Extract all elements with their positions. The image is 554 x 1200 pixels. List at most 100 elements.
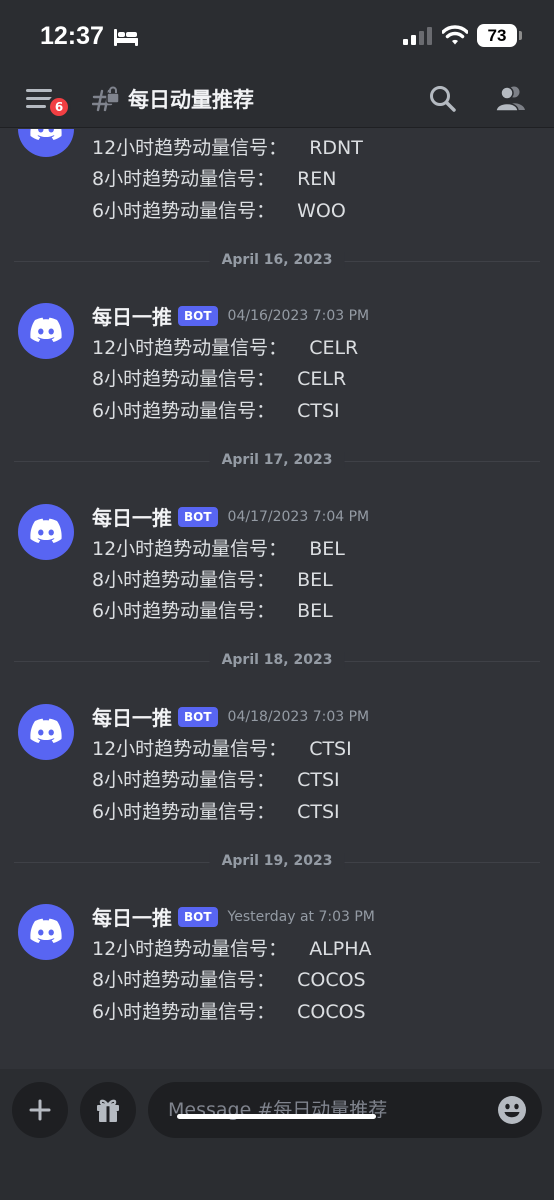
gift-icon <box>97 1099 119 1122</box>
discord-logo-icon <box>30 129 62 140</box>
author-name[interactable]: 每日一推 <box>92 702 172 731</box>
signal-label: 12小时趋势动量信号： <box>92 137 288 159</box>
message-header: 每日一推 BOT 04/18/2023 7:03 PM <box>92 702 369 730</box>
signal-label: 8小时趋势动量信号： <box>92 368 276 390</box>
status-time: 12:37 <box>40 22 104 50</box>
signal-value: COCOS <box>297 969 366 991</box>
signal-value: CELR <box>297 368 347 390</box>
avatar[interactable] <box>18 303 74 359</box>
message-line: 12小时趋势动量信号： BEL <box>92 534 345 561</box>
message-header: 每日一推 BOT 04/17/2023 7:04 PM <box>92 502 369 530</box>
attach-button[interactable] <box>12 1082 68 1138</box>
signal-label: 12小时趋势动量信号： <box>92 738 288 760</box>
avatar[interactable] <box>18 704 74 760</box>
message-line: 8小时趋势动量信号： BEL <box>92 565 333 592</box>
avatar[interactable] <box>18 504 74 560</box>
timestamp: Yesterday at 7:03 PM <box>227 908 375 925</box>
signal-value: REN <box>297 168 337 190</box>
signal-value: BEL <box>297 600 333 622</box>
mention-badge: 6 <box>47 95 71 119</box>
message-header: 每日一推 BOT 04/16/2023 7:03 PM <box>92 301 369 329</box>
signal-label: 6小时趋势动量信号： <box>92 1001 276 1023</box>
battery-nub <box>519 31 522 40</box>
home-indicator <box>177 1114 376 1119</box>
timestamp: 04/16/2023 7:03 PM <box>227 307 370 324</box>
emoji-icon[interactable] <box>497 1095 527 1125</box>
battery-icon: 73 <box>477 24 517 47</box>
signal-value: CTSI <box>297 400 340 422</box>
author-name[interactable]: 每日一推 <box>92 301 172 330</box>
avatar[interactable] <box>18 129 74 157</box>
message-line: 8小时趋势动量信号： CTSI <box>92 765 340 792</box>
signal-value: CTSI <box>297 801 340 823</box>
signal-value: BEL <box>309 538 345 560</box>
date-label: April 17, 2023 <box>209 452 345 468</box>
plus-icon <box>29 1099 51 1121</box>
bot-tag: BOT <box>178 506 218 527</box>
message-input[interactable] <box>148 1082 542 1138</box>
date-label: April 18, 2023 <box>209 652 345 668</box>
message-line: 8小时趋势动量信号： COCOS <box>92 965 366 992</box>
message-line: 6小时趋势动量信号： CTSI <box>92 396 340 423</box>
discord-logo-icon <box>30 317 62 342</box>
message-line: 6小时趋势动量信号： BEL <box>92 596 333 623</box>
signal-label: 6小时趋势动量信号： <box>92 200 276 222</box>
gift-button[interactable] <box>80 1082 136 1138</box>
message-line: 6小时趋势动量信号： WOO <box>92 196 346 223</box>
signal-value: WOO <box>297 200 346 222</box>
message-line: 6小时趋势动量信号： CTSI <box>92 797 340 824</box>
signal-label: 6小时趋势动量信号： <box>92 400 276 422</box>
bot-tag: BOT <box>178 706 218 727</box>
timestamp: 04/17/2023 7:04 PM <box>227 508 370 525</box>
channel-header: 6 每日动量推荐 <box>0 72 554 128</box>
status-bar: 12:37 73 <box>0 0 554 72</box>
message-line: 6小时趋势动量信号： COCOS <box>92 997 366 1024</box>
signal-label: 6小时趋势动量信号： <box>92 600 276 622</box>
bot-tag: BOT <box>178 305 218 326</box>
channel-name[interactable]: 每日动量推荐 <box>128 84 254 114</box>
wifi-icon <box>442 25 468 45</box>
signal-label: 8小时趋势动量信号： <box>92 769 276 791</box>
signal-label: 8小时趋势动量信号： <box>92 168 276 190</box>
cellular-signal-icon <box>403 27 432 45</box>
message-list[interactable]: 12小时趋势动量信号： RDNT 8小时趋势动量信号： REN 6小时趋势动量信号：… <box>0 129 554 1069</box>
date-divider: April 16, 2023 <box>14 252 540 272</box>
message-line: 8小时趋势动量信号： CELR <box>92 364 346 391</box>
discord-logo-icon <box>30 718 62 743</box>
date-divider: April 18, 2023 <box>14 652 540 672</box>
message-line: 12小时趋势动量信号： CELR <box>92 333 358 360</box>
message-header: 每日一推 BOT Yesterday at 7:03 PM <box>92 902 375 930</box>
signal-label: 12小时趋势动量信号： <box>92 938 288 960</box>
signal-label: 12小时趋势动量信号： <box>92 538 288 560</box>
signal-value: CTSI <box>297 769 340 791</box>
signal-value: CTSI <box>309 738 352 760</box>
signal-label: 8小时趋势动量信号： <box>92 569 276 591</box>
author-name[interactable]: 每日一推 <box>92 902 172 931</box>
search-icon[interactable] <box>428 84 458 114</box>
avatar[interactable] <box>18 904 74 960</box>
signal-label: 8小时趋势动量信号： <box>92 969 276 991</box>
message-line: 8小时趋势动量信号： REN <box>92 164 337 191</box>
signal-value: COCOS <box>297 1001 366 1023</box>
signal-value: RDNT <box>309 137 363 159</box>
discord-logo-icon <box>30 918 62 943</box>
message-composer <box>0 1069 554 1200</box>
date-divider: April 19, 2023 <box>14 853 540 873</box>
locked-thread-channel-icon <box>92 86 120 112</box>
signal-label: 6小时趋势动量信号： <box>92 801 276 823</box>
message-line: 12小时趋势动量信号： ALPHA <box>92 934 372 961</box>
message-line: 12小时趋势动量信号： CTSI <box>92 734 352 761</box>
bed-icon <box>114 29 138 46</box>
signal-value: CELR <box>309 337 359 359</box>
signal-value: ALPHA <box>309 938 372 960</box>
members-icon[interactable] <box>495 84 527 114</box>
author-name[interactable]: 每日一推 <box>92 502 172 531</box>
date-divider: April 17, 2023 <box>14 452 540 472</box>
discord-logo-icon <box>30 518 62 543</box>
signal-value: BEL <box>297 569 333 591</box>
date-label: April 19, 2023 <box>209 853 345 869</box>
date-label: April 16, 2023 <box>209 252 345 268</box>
signal-label: 12小时趋势动量信号： <box>92 337 288 359</box>
message-line: 12小时趋势动量信号： RDNT <box>92 133 363 160</box>
bot-tag: BOT <box>178 906 218 927</box>
